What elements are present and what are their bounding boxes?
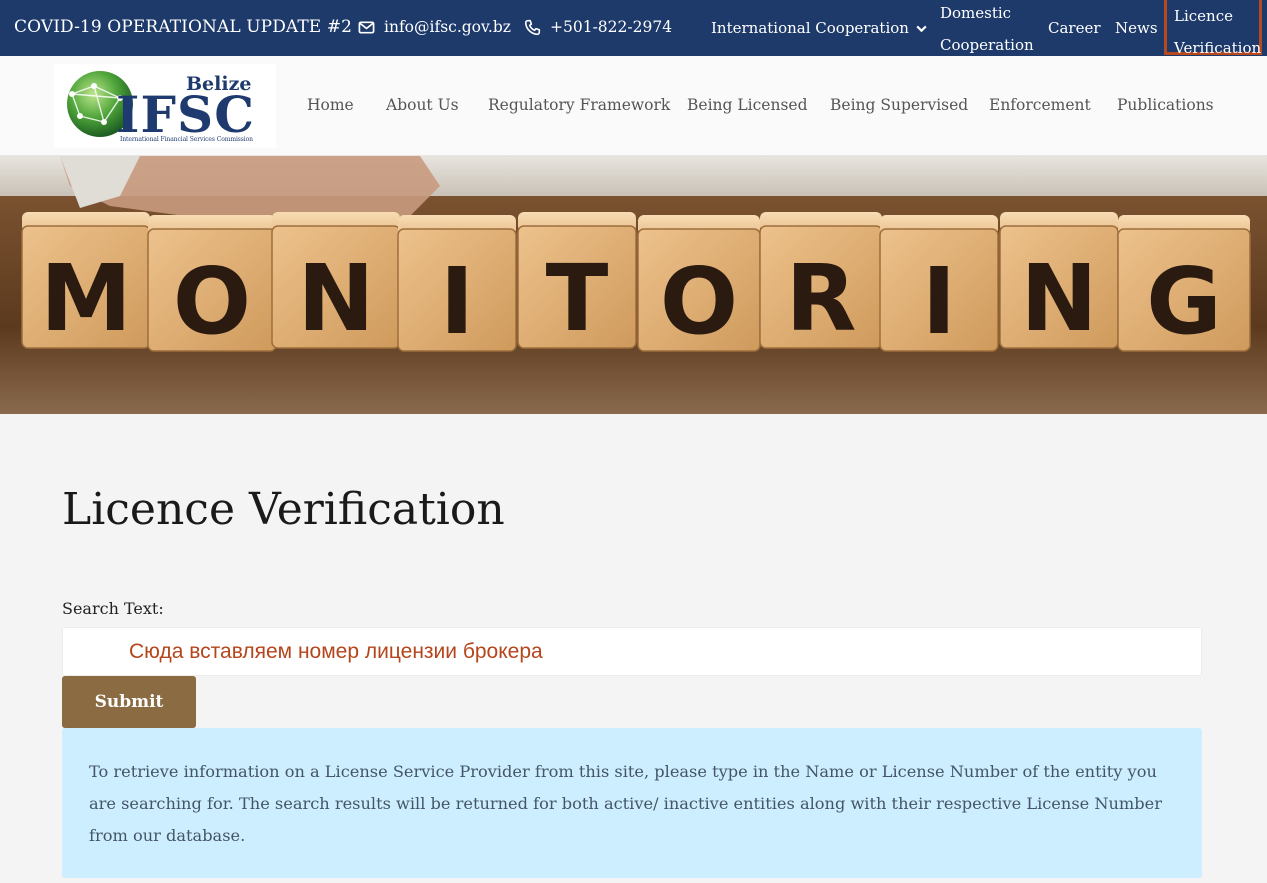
phone-text: +501-822-2974	[550, 18, 673, 36]
nav-career[interactable]: Career	[1048, 12, 1101, 44]
banner-letter: I	[440, 248, 474, 355]
nav-regulatory-framework[interactable]: Regulatory Framework	[488, 96, 670, 114]
phone-contact[interactable]: +501-822-2974	[524, 18, 672, 36]
banner-block: I	[397, 215, 517, 355]
info-box: To retrieve information on a License Ser…	[62, 728, 1202, 878]
banner-letter: O	[660, 248, 738, 355]
banner-letter: T	[546, 245, 609, 352]
nav-international-label: International Cooperation	[711, 19, 909, 37]
monitoring-banner: MONITORING	[0, 156, 1267, 414]
covid-alert-link[interactable]: COVID-19 OPERATIONAL UPDATE #2	[14, 17, 352, 37]
banner-block: T	[517, 212, 637, 352]
banner-letter: I	[922, 248, 956, 355]
search-label: Search Text:	[62, 599, 164, 618]
nav-publications[interactable]: Publications	[1117, 96, 1214, 114]
nav-being-licensed[interactable]: Being Licensed	[687, 96, 808, 114]
page-title: Licence Verification	[62, 484, 505, 535]
ifsc-logo[interactable]: Belize IFSC International Financial Serv…	[54, 64, 276, 148]
banner-blocks: MONITORING	[21, 212, 1251, 355]
site-header: Belize IFSC International Financial Serv…	[0, 56, 1267, 156]
nav-enforcement[interactable]: Enforcement	[989, 96, 1091, 114]
nav-licence-label-1: Licence	[1174, 7, 1233, 25]
banner-block: O	[147, 215, 277, 355]
nav-domestic-cooperation[interactable]: Domestic Cooperation	[940, 0, 1034, 61]
banner-letter: N	[1021, 245, 1098, 352]
search-input[interactable]	[62, 627, 1202, 676]
banner-letter: G	[1146, 248, 1222, 355]
email-text: info@ifsc.gov.bz	[384, 18, 511, 36]
nav-home[interactable]: Home	[307, 96, 354, 114]
banner-image: MONITORING	[0, 156, 1267, 414]
logo-fullname-text: International Financial Services Commiss…	[120, 136, 253, 143]
banner-block: N	[999, 212, 1119, 352]
nav-domestic-label-1: Domestic	[940, 4, 1012, 22]
banner-block: I	[879, 215, 999, 355]
nav-international-cooperation[interactable]: International Cooperation	[711, 12, 928, 44]
banner-letter: N	[298, 245, 375, 352]
nav-licence-verification[interactable]: Licence Verification	[1164, 0, 1262, 57]
banner-block: G	[1117, 215, 1251, 355]
banner-block: M	[21, 212, 151, 352]
email-contact[interactable]: info@ifsc.gov.bz	[358, 18, 511, 36]
banner-block: R	[759, 212, 883, 352]
banner-letter: R	[786, 245, 857, 352]
banner-block: N	[271, 212, 401, 352]
nav-about-us[interactable]: About Us	[386, 96, 459, 114]
banner-letter: O	[173, 248, 251, 355]
submit-button[interactable]: Submit	[62, 676, 196, 728]
phone-icon	[524, 19, 541, 35]
banner-block: O	[637, 215, 761, 355]
envelope-icon	[358, 20, 375, 34]
nav-being-supervised[interactable]: Being Supervised	[830, 96, 968, 114]
nav-news[interactable]: News	[1115, 12, 1158, 44]
chevron-down-icon	[916, 25, 927, 32]
logo-graphic: Belize IFSC International Financial Serv…	[67, 71, 254, 144]
top-bar: COVID-19 OPERATIONAL UPDATE #2 info@ifsc…	[0, 0, 1267, 57]
banner-letter: M	[40, 245, 132, 352]
